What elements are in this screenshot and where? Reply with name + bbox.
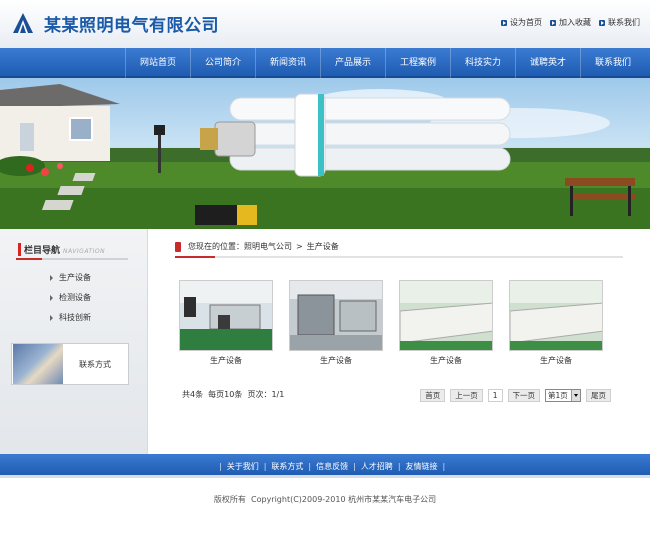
nav-item-products[interactable]: 产品展示 (320, 48, 385, 78)
next-page-button[interactable]: 下一页 (507, 389, 540, 402)
page-select-value: 第1页 (548, 391, 568, 400)
nav-item-technology[interactable]: 科技实力 (450, 48, 515, 78)
contact-us-link[interactable]: 联系我们 (599, 17, 640, 28)
prev-page-button[interactable]: 上一页 (450, 389, 483, 402)
current-page[interactable]: 1 (487, 389, 503, 402)
footer-link-feedback[interactable]: 信息反馈 (316, 461, 348, 472)
nav-item-contact[interactable]: 联系我们 (580, 48, 645, 78)
add-favorite-label: 加入收藏 (559, 18, 591, 27)
first-page-button[interactable]: 首页 (420, 389, 446, 402)
product-image (509, 280, 603, 351)
footer-link-about[interactable]: 关于我们 (227, 461, 259, 472)
banner-image (0, 78, 650, 229)
footer-separator: | (353, 461, 356, 471)
add-favorite-link[interactable]: 加入收藏 (550, 17, 591, 28)
last-page-button[interactable]: 尾页 (586, 389, 611, 402)
handshake-image (13, 344, 63, 384)
product-card[interactable]: 生产设备 (509, 280, 603, 366)
sidebar-heading: 栏目导航 NAVIGATION (18, 243, 105, 256)
footer-link-jobs[interactable]: 人才招聘 (361, 461, 393, 472)
nav-item-cases[interactable]: 工程案例 (385, 48, 450, 78)
breadcrumb-divider (175, 256, 623, 258)
breadcrumb-separator: > (296, 242, 303, 251)
footer-separator: | (308, 461, 312, 471)
product-name: 生产设备 (430, 356, 462, 365)
sidebar-item-innovation[interactable]: 科技创新 (50, 312, 91, 332)
sidebar-item-label: 检测设备 (59, 293, 91, 302)
sidebar-divider (16, 258, 128, 260)
contact-label: 联系方式 (79, 359, 111, 369)
sidebar-subtitle: NAVIGATION (63, 248, 106, 255)
contact-banner[interactable]: 联系方式 (11, 343, 129, 385)
main-nav: 网站首页 公司简介 新闻资讯 产品展示 工程案例 科技实力 诚聘英才 联系我们 (0, 48, 650, 78)
site-title: 某某照明电气有限公司 (44, 16, 219, 36)
contact-us-label: 联系我们 (608, 18, 640, 27)
arrow-right-icon (50, 275, 53, 281)
product-card[interactable]: 生产设备 (399, 280, 493, 366)
header: 某某照明电气有限公司 设为首页 加入收藏 联系我们 (0, 0, 650, 48)
nav-item-news[interactable]: 新闻资讯 (255, 48, 320, 78)
sidebar-item-label: 科技创新 (59, 313, 91, 322)
product-name: 生产设备 (540, 356, 572, 365)
arrow-bullet-icon (599, 19, 605, 26)
breadcrumb-current: 生产设备 (306, 242, 339, 251)
arrow-right-icon (50, 315, 53, 321)
main-content: 您现在的位置： 照明电气公司 > 生产设备 生产设备 生产设备 生产设备 生产设… (148, 229, 650, 454)
pager-info: 共4条 每页10条 页次：1/1 (182, 390, 285, 399)
footer-link-contact[interactable]: 联系方式 (271, 461, 303, 472)
product-image (179, 280, 273, 351)
product-grid: 生产设备 生产设备 生产设备 生产设备 (179, 280, 603, 366)
page-select[interactable]: 第1页 (545, 389, 581, 402)
product-name: 生产设备 (320, 356, 352, 365)
breadcrumb-home[interactable]: 照明电气公司 (244, 241, 292, 252)
pagination: 首页 上一页 1 下一页 第1页 尾页 (420, 389, 611, 402)
set-homepage-link[interactable]: 设为首页 (501, 17, 542, 28)
sidebar-list: 生产设备 检测设备 科技创新 (50, 272, 91, 332)
logo-icon (13, 13, 33, 33)
sidebar-item-testing-equipment[interactable]: 检测设备 (50, 292, 91, 312)
sidebar-item-label: 生产设备 (59, 273, 91, 282)
product-name: 生产设备 (210, 356, 242, 365)
product-image (289, 280, 383, 351)
arrow-bullet-icon (550, 19, 556, 26)
nav-item-about[interactable]: 公司简介 (190, 48, 255, 78)
location-flag-icon (175, 241, 181, 252)
product-image (399, 280, 493, 351)
footer-separator: | (219, 461, 222, 471)
product-card[interactable]: 生产设备 (179, 280, 273, 366)
sidebar-title: 栏目导航 (18, 243, 60, 256)
top-links: 设为首页 加入收藏 联系我们 (501, 17, 640, 28)
footer-nav: | 关于我们 | 联系方式 | 信息反馈 | 人才招聘 | 友情链接 | (0, 454, 650, 478)
sidebar: 栏目导航 NAVIGATION 生产设备 检测设备 科技创新 联系方式 (0, 229, 148, 454)
product-card[interactable]: 生产设备 (289, 280, 383, 366)
sidebar-item-production-equipment[interactable]: 生产设备 (50, 272, 91, 292)
nav-item-jobs[interactable]: 诚聘英才 (515, 48, 580, 78)
arrow-right-icon (50, 295, 53, 301)
breadcrumb-prefix: 您现在的位置： (188, 242, 244, 251)
footer-separator: | (442, 461, 446, 471)
breadcrumb: 您现在的位置： 照明电气公司 > 生产设备 (175, 241, 339, 252)
arrow-bullet-icon (501, 19, 507, 26)
chevron-down-icon (571, 390, 580, 401)
set-homepage-label: 设为首页 (510, 18, 542, 27)
copyright: 版权所有 Copyright(C)2009-2010 杭州市某某汽车电子公司 (213, 495, 437, 504)
footer-separator: | (263, 461, 267, 471)
nav-item-home[interactable]: 网站首页 (125, 48, 190, 78)
banner-illustration (0, 84, 650, 229)
footer-separator: | (397, 461, 401, 471)
footer-link-friends[interactable]: 友情链接 (406, 461, 438, 472)
